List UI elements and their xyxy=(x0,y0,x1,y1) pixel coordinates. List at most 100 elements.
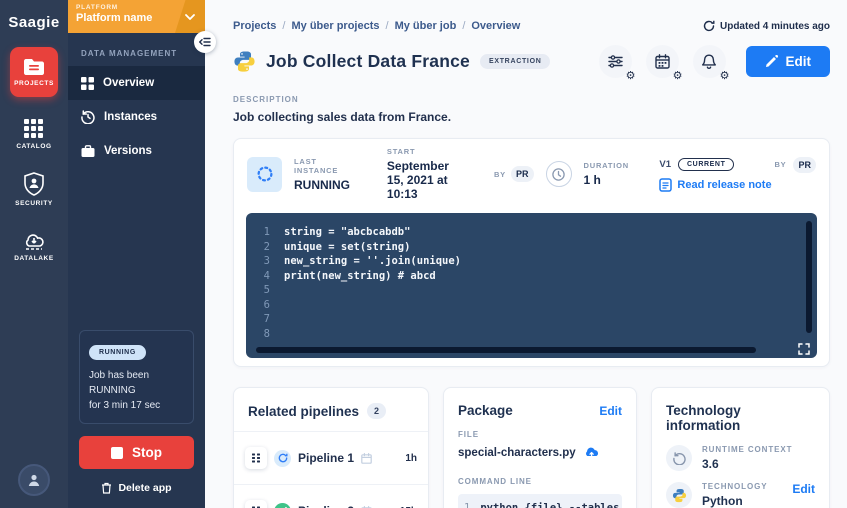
platform-selector[interactable]: PLATFORM Platform name xyxy=(68,0,205,33)
stop-button[interactable]: Stop xyxy=(79,436,194,469)
job-running-status-card: RUNNING Job has been RUNNING for 3 min 1… xyxy=(79,330,194,424)
spinner-icon xyxy=(247,156,282,192)
last-instance-group: LAST INSTANCE RUNNING xyxy=(294,156,350,192)
calendar-icon xyxy=(654,54,670,69)
duration-group: DURATION 1 h xyxy=(583,161,629,187)
secondary-sidebar: PLATFORM Platform name DATA MANAGEMENT O… xyxy=(68,0,205,508)
extraction-badge: EXTRACTION xyxy=(479,54,551,69)
pipelines-count-badge: 2 xyxy=(367,403,387,419)
runtime-context-value: 3.6 xyxy=(702,457,719,471)
breadcrumb: Projects / My über projects / My über jo… xyxy=(233,20,521,32)
code-line: unique = set(string) xyxy=(284,240,411,253)
page-title: Job Collect Data France xyxy=(266,51,470,71)
running-badge: RUNNING xyxy=(89,345,146,360)
card-title: Package xyxy=(458,403,513,418)
rail-item-projects[interactable]: PROJECTS xyxy=(10,47,58,97)
related-pipelines-card: Related pipelines 2 Pipeline 1 1h xyxy=(233,387,429,508)
sidebar-item-label: Instances xyxy=(104,111,158,123)
user-initials-badge[interactable]: PR xyxy=(510,166,534,182)
updated-status: Updated 4 minutes ago xyxy=(703,20,830,32)
technology-edit-link[interactable]: Edit xyxy=(792,482,815,496)
edit-button[interactable]: Edit xyxy=(745,46,830,77)
read-release-note-link[interactable]: Read release note xyxy=(659,177,816,192)
gear-icon: ⚙ xyxy=(672,70,683,82)
history-icon xyxy=(81,110,95,124)
technology-row: TECHNOLOGY Python Edit xyxy=(666,482,815,508)
gear-icon: ⚙ xyxy=(625,70,636,82)
breadcrumb-uber-job[interactable]: My über job xyxy=(395,20,457,32)
breadcrumb-overview[interactable]: Overview xyxy=(471,20,520,32)
job-title-row: Job Collect Data France EXTRACTION ⚙ ⚙ ⚙ xyxy=(233,45,830,82)
collapse-menu-icon xyxy=(199,37,211,47)
sidenav-section-label: DATA MANAGEMENT xyxy=(81,49,178,58)
fullscreen-expand-icon[interactable] xyxy=(798,343,810,355)
version-label: V1 xyxy=(659,159,672,170)
person-icon xyxy=(27,473,41,487)
projects-tile[interactable]: PROJECTS xyxy=(10,47,58,97)
sidebar-collapse-button[interactable] xyxy=(194,31,216,53)
package-card: Package Edit FILE special-characters.py … xyxy=(443,387,637,508)
platform-label: PLATFORM xyxy=(76,4,119,11)
rail-item-catalog[interactable]: CATALOG xyxy=(16,119,51,150)
pipeline-row-2[interactable]: Pipeline 2 15h xyxy=(234,484,428,508)
instance-status: RUNNING xyxy=(294,177,350,192)
code-editor[interactable]: 1 string = "abcbcabdb" 2 unique = set(stri… xyxy=(246,213,817,358)
pipeline-success-icon xyxy=(274,502,291,508)
start-value: September 15, 2021 at 10:13 xyxy=(386,159,449,201)
package-edit-link[interactable]: Edit xyxy=(599,404,622,418)
file-label: FILE xyxy=(458,430,479,439)
breadcrumb-projects[interactable]: Projects xyxy=(233,20,276,32)
technology-information-card: Technology information RUNTIME CONTEXT 3… xyxy=(651,387,830,508)
rail-item-datalake[interactable]: DATALAKE xyxy=(14,229,54,262)
start-group: START September 15, 2021 at 10:13 xyxy=(387,147,461,201)
user-avatar[interactable] xyxy=(18,464,50,496)
description-text: Job collecting sales data from France. xyxy=(233,110,452,124)
rail-item-label: PROJECTS xyxy=(14,79,54,87)
alerts-button[interactable]: ⚙ xyxy=(692,45,730,82)
bell-icon xyxy=(702,54,716,70)
rail-item-security[interactable]: SECURITY xyxy=(15,172,53,207)
instance-header: LAST INSTANCE RUNNING START September 15… xyxy=(234,139,829,209)
refresh-icon xyxy=(703,20,715,32)
vertical-scrollbar[interactable] xyxy=(806,221,812,333)
python-icon xyxy=(233,50,256,73)
pipeline-duration: 1h xyxy=(405,452,417,464)
saagie-logo: Saagie xyxy=(8,14,60,31)
rail-item-label: CATALOG xyxy=(16,143,52,150)
package-file-name: special-characters.py xyxy=(458,446,576,459)
command-line-label: COMMAND LINE xyxy=(458,477,532,486)
running-status-text: Job has been RUNNING for 3 min 17 sec xyxy=(89,370,161,411)
cloud-upload-icon[interactable] xyxy=(583,446,600,459)
card-title: Technology information xyxy=(666,403,741,433)
delete-app-button[interactable]: Delete app xyxy=(68,482,205,494)
pipeline-row-1[interactable]: Pipeline 1 1h xyxy=(234,431,428,484)
sidebar-item-instances[interactable]: Instances xyxy=(68,100,205,134)
calendar-small-icon xyxy=(361,452,372,464)
sidebar-item-overview[interactable]: Overview xyxy=(68,66,205,100)
pipeline-icon xyxy=(245,447,267,469)
sliders-icon xyxy=(607,55,623,68)
sidebar-item-versions[interactable]: Versions xyxy=(68,134,205,168)
technology-value: Python xyxy=(702,494,743,508)
clock-icon xyxy=(545,161,572,187)
version-group: V1 CURRENT BY PR Read release note xyxy=(659,156,816,192)
last-instance-card: LAST INSTANCE RUNNING START September 15… xyxy=(233,138,830,367)
current-version-badge: CURRENT xyxy=(678,158,735,171)
job-settings-button[interactable]: ⚙ xyxy=(598,45,636,82)
started-by-group: BY PR xyxy=(494,166,534,182)
gear-icon: ⚙ xyxy=(719,70,730,82)
user-initials-badge[interactable]: PR xyxy=(793,156,816,173)
title-actions: ⚙ ⚙ ⚙ Edit xyxy=(598,45,830,82)
shield-icon xyxy=(23,172,45,196)
horizontal-scrollbar[interactable] xyxy=(256,347,756,353)
sidebar-item-label: Overview xyxy=(103,77,155,89)
schedule-button[interactable]: ⚙ xyxy=(645,45,683,82)
command-line-box[interactable]: 1 python {file} --tables xyxy=(458,494,622,508)
breadcrumb-uber-projects[interactable]: My über projects xyxy=(291,20,379,32)
code-line: new_string = ''.join(unique) xyxy=(284,255,462,267)
dashboard-grid-icon xyxy=(81,76,94,90)
main-content: Projects / My über projects / My über jo… xyxy=(205,0,847,508)
app-rail: Saagie PROJECTS CATALOG SECURITY DATALAK… xyxy=(0,0,68,508)
chevron-down-icon xyxy=(185,13,195,20)
briefcase-icon xyxy=(81,144,95,158)
